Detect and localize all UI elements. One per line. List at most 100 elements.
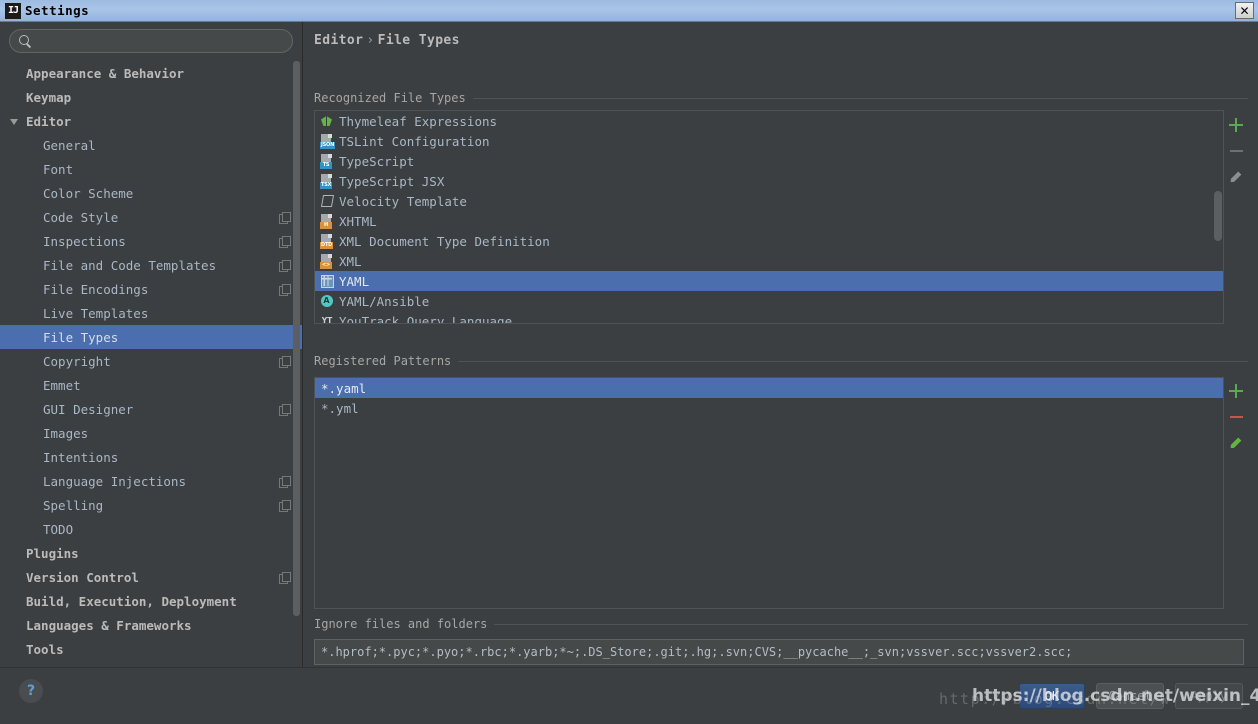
apply-button[interactable]: Apply bbox=[1175, 683, 1243, 709]
sidebar-item-label: File Types bbox=[43, 329, 119, 345]
file-type-row[interactable]: YAML/Ansible bbox=[315, 291, 1223, 311]
sidebar-item-label: Code Style bbox=[43, 209, 119, 225]
recognized-file-types-list[interactable]: Thymeleaf Expressions JSON TSLint Configur… bbox=[314, 110, 1224, 324]
registered-patterns-list[interactable]: *.yaml *.yml bbox=[314, 377, 1224, 609]
yt-file-icon bbox=[319, 313, 334, 323]
sidebar-item-tools[interactable]: Tools bbox=[0, 637, 302, 661]
ignore-files-input[interactable]: *.hprof;*.pyc;*.pyo;*.rbc;*.yarb;*~;.DS_… bbox=[314, 639, 1244, 665]
sidebar-item-editor[interactable]: Editor bbox=[0, 109, 302, 133]
search-input[interactable] bbox=[38, 34, 283, 48]
help-icon[interactable]: ? bbox=[19, 679, 43, 703]
file-type-row[interactable]: Velocity Template bbox=[315, 191, 1223, 211]
search-box[interactable] bbox=[9, 29, 293, 53]
sidebar-item-emmet[interactable]: Emmet bbox=[0, 373, 302, 397]
chevron-down-icon[interactable] bbox=[10, 116, 21, 127]
file-type-label: TypeScript bbox=[339, 153, 415, 169]
sidebar-item-label: Version Control bbox=[26, 569, 139, 585]
pattern-row[interactable]: *.yml bbox=[315, 398, 1223, 418]
settings-tree[interactable]: Appearance & Behavior Keymap Editor General… bbox=[0, 61, 302, 669]
app-icon: IJ bbox=[5, 2, 21, 19]
sidebar-item-build-execution-deployment[interactable]: Build, Execution, Deployment bbox=[0, 589, 302, 613]
dialog-body: Appearance & Behavior Keymap Editor General… bbox=[0, 22, 1258, 724]
file-type-row[interactable]: TSX TypeScript JSX bbox=[315, 171, 1223, 191]
remove-file-type-button bbox=[1223, 138, 1249, 164]
sidebar-item-todo[interactable]: TODO bbox=[0, 517, 302, 541]
file-type-row[interactable]: Thymeleaf Expressions bbox=[315, 111, 1223, 131]
file-types-scrollbar[interactable] bbox=[1214, 191, 1222, 241]
sidebar-item-code-style[interactable]: Code Style bbox=[0, 205, 302, 229]
sidebar-item-languages-frameworks[interactable]: Languages & Frameworks bbox=[0, 613, 302, 637]
breadcrumb-root[interactable]: Editor bbox=[314, 33, 363, 48]
edit-file-type-button[interactable] bbox=[1223, 164, 1249, 190]
sidebar-scrollbar[interactable] bbox=[293, 61, 300, 641]
remove-pattern-button[interactable] bbox=[1223, 404, 1249, 430]
file-type-row[interactable]: H XHTML bbox=[315, 211, 1223, 231]
leaf-file-icon bbox=[319, 113, 334, 129]
file-type-row[interactable]: YAML bbox=[315, 271, 1223, 291]
sidebar-item-intentions[interactable]: Intentions bbox=[0, 445, 302, 469]
sidebar-item-font[interactable]: Font bbox=[0, 157, 302, 181]
sidebar-item-gui-designer[interactable]: GUI Designer bbox=[0, 397, 302, 421]
sidebar-item-live-templates[interactable]: Live Templates bbox=[0, 301, 302, 325]
cancel-button[interactable]: Cancel bbox=[1096, 683, 1164, 709]
recognized-file-types-label: Recognized File Types bbox=[314, 91, 473, 105]
sidebar-item-label: Images bbox=[43, 425, 89, 441]
file-type-label: TSLint Configuration bbox=[339, 133, 490, 149]
sidebar-item-label: Plugins bbox=[26, 545, 79, 561]
file-type-row[interactable]: DTD XML Document Type Definition bbox=[315, 231, 1223, 251]
sidebar-item-copyright[interactable]: Copyright bbox=[0, 349, 302, 373]
sidebar-item-version-control[interactable]: Version Control bbox=[0, 565, 302, 589]
sidebar-item-color-scheme[interactable]: Color Scheme bbox=[0, 181, 302, 205]
file-type-badge: TSX bbox=[320, 182, 333, 189]
file-type-label: YouTrack Query Language bbox=[339, 313, 513, 324]
sidebar-item-file-encodings[interactable]: File Encodings bbox=[0, 277, 302, 301]
sidebar-item-file-types[interactable]: File Types bbox=[0, 325, 302, 349]
sidebar-item-keymap[interactable]: Keymap bbox=[0, 85, 302, 109]
sidebar-item-label: Editor bbox=[26, 113, 72, 129]
sidebar-item-plugins[interactable]: Plugins bbox=[0, 541, 302, 565]
sidebar-item-label: Build, Execution, Deployment bbox=[26, 593, 237, 609]
pattern-row[interactable]: *.yaml bbox=[315, 378, 1223, 398]
sidebar-item-file-and-code-templates[interactable]: File and Code Templates bbox=[0, 253, 302, 277]
grid-file-icon bbox=[319, 273, 334, 289]
sidebar-item-label: File Encodings bbox=[43, 281, 149, 297]
add-file-type-button[interactable] bbox=[1223, 112, 1249, 138]
file-type-row[interactable]: TS TypeScript bbox=[315, 151, 1223, 171]
file-type-label: XHTML bbox=[339, 213, 377, 229]
circleA-file-icon bbox=[319, 293, 334, 309]
edit-pattern-button[interactable] bbox=[1223, 430, 1249, 456]
sidebar-item-appearance-behavior[interactable]: Appearance & Behavior bbox=[0, 61, 302, 85]
sidebar-item-general[interactable]: General bbox=[0, 133, 302, 157]
sidebar-item-label: Appearance & Behavior bbox=[26, 65, 185, 81]
vel-file-icon bbox=[319, 193, 334, 209]
ok-button[interactable]: OK bbox=[1019, 683, 1085, 709]
doc-file-icon: TS bbox=[319, 153, 334, 169]
sidebar-item-label: TODO bbox=[43, 521, 74, 537]
file-types-toolbar bbox=[1222, 112, 1250, 190]
sidebar-item-language-injections[interactable]: Language Injections bbox=[0, 469, 302, 493]
doc-file-icon: JSON bbox=[319, 133, 336, 149]
file-type-row[interactable]: <> XML bbox=[315, 251, 1223, 271]
sidebar-item-label: General bbox=[43, 137, 96, 153]
doc-file-icon: H bbox=[319, 213, 334, 229]
sidebar-item-label: File and Code Templates bbox=[43, 257, 217, 273]
file-type-row[interactable]: JSON TSLint Configuration bbox=[315, 131, 1223, 151]
close-icon[interactable]: ✕ bbox=[1235, 2, 1254, 19]
sidebar-item-spelling[interactable]: Spelling bbox=[0, 493, 302, 517]
sidebar-item-label: Copyright bbox=[43, 353, 111, 369]
file-type-row[interactable]: YouTrack Query Language bbox=[315, 311, 1223, 324]
doc-file-icon: <> bbox=[319, 253, 334, 269]
file-type-label: Velocity Template bbox=[339, 193, 467, 209]
sidebar-item-images[interactable]: Images bbox=[0, 421, 302, 445]
window-title: Settings bbox=[25, 3, 90, 18]
sidebar-item-inspections[interactable]: Inspections bbox=[0, 229, 302, 253]
add-pattern-button[interactable] bbox=[1223, 378, 1249, 404]
